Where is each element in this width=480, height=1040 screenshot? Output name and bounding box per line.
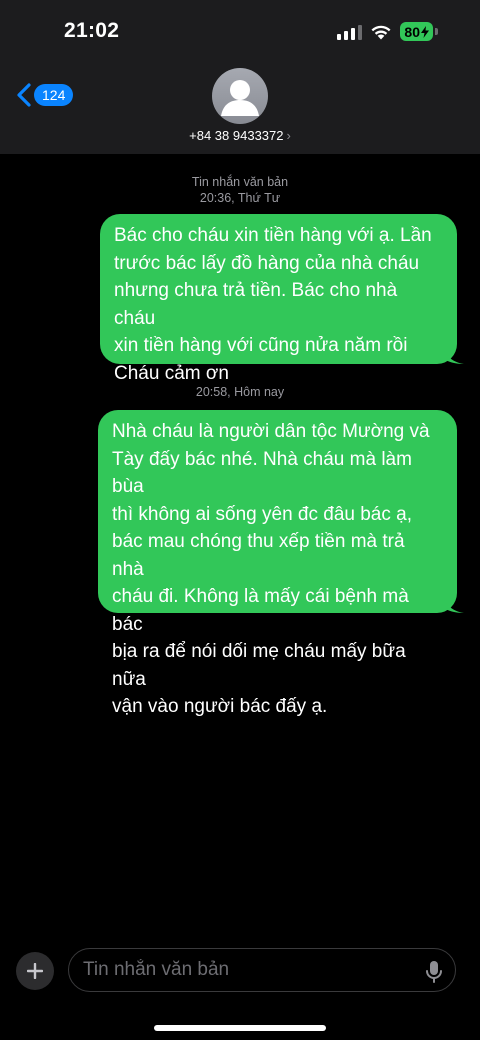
message-line: Nhà cháu là người dân tộc Mường và: [112, 421, 430, 442]
message-line: xin tiền hàng với cũng nửa năm rồi: [114, 335, 408, 356]
message-line: Bác cho cháu xin tiền hàng với ạ. Lần: [114, 225, 432, 246]
message-line: nhưng chưa trả tiền. Bác cho nhà cháu: [114, 280, 398, 329]
bubble-tail: [442, 346, 464, 364]
compose-bar: [0, 940, 480, 1040]
message-line: Cháu cảm ơn: [114, 362, 229, 384]
add-attachment-button[interactable]: [16, 952, 54, 990]
message-line: thì không ai sống yên đc đâu bác ạ,: [112, 503, 412, 525]
status-icons: 80: [337, 22, 438, 41]
contact-number: +84 38 9433372: [189, 128, 284, 143]
timestamp-today: 20:58, Hôm nay: [195, 385, 285, 399]
back-button[interactable]: 124: [16, 82, 74, 108]
chevron-left-icon: [17, 83, 31, 107]
message-input[interactable]: [68, 948, 456, 992]
charging-bolt-icon: [421, 25, 429, 38]
plus-icon: [27, 963, 43, 979]
message-line: vận vào người bác đấy ạ.: [112, 696, 328, 717]
status-time: 21:02: [64, 19, 120, 42]
contact-name-button[interactable]: +84 38 9433372 ›: [0, 128, 480, 143]
message-line: trước bác lấy đồ hàng của nhà cháu: [114, 252, 420, 274]
message-bubble[interactable]: Bác cho cháu xin tiền hàng với ạ. Lần tr…: [100, 214, 464, 384]
chevron-right-icon: ›: [286, 128, 291, 143]
message-line: bác mau chóng thu xếp tiền mà trả nhà: [112, 531, 405, 580]
cellular-signal-icon: [337, 24, 363, 40]
battery-icon: 80: [400, 22, 438, 41]
timestamp-wednesday: 20:36, Thứ Tư: [199, 191, 281, 205]
person-icon: [221, 80, 259, 116]
microphone-icon[interactable]: [424, 960, 444, 984]
message-bubble[interactable]: Nhà cháu là người dân tộc Mường và Tày đ…: [98, 410, 464, 717]
message-line: bịa ra để nói dối mẹ cháu mấy bữa nữa: [112, 641, 406, 690]
home-indicator[interactable]: [154, 1025, 326, 1031]
wifi-icon: [371, 25, 391, 39]
bubble-tail: [442, 595, 464, 613]
message-line: Tày đấy bác nhé. Nhà cháu mà làm bùa: [112, 448, 412, 498]
contact-avatar[interactable]: [212, 68, 268, 124]
battery-level: 80: [404, 23, 420, 40]
service-label: Tin nhắn văn bản: [191, 175, 289, 189]
navigation-header: 21:02 80 124 +84 38 9433372 ›: [0, 0, 480, 154]
message-line: cháu đi. Không là mấy cái bệnh mà bác: [112, 586, 409, 635]
unread-count-badge: 124: [34, 84, 74, 106]
